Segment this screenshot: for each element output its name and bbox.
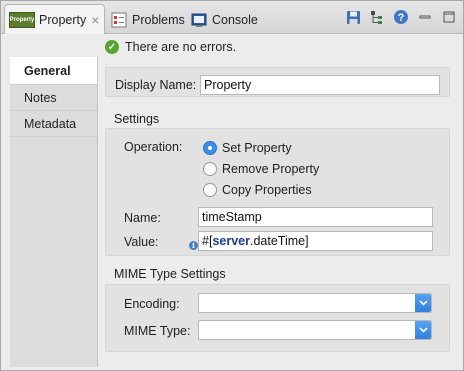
tab-property[interactable]: Property Property × [4, 4, 105, 35]
encoding-label: Encoding: [124, 297, 180, 311]
value-suffix: .dateTime] [249, 234, 309, 248]
radio-set-property-label: Set Property [222, 141, 292, 155]
name-input[interactable]: timeStamp [198, 207, 433, 227]
tab-property-label: Property [39, 13, 87, 27]
view-toolbar: ? [345, 9, 457, 25]
chevron-down-icon[interactable] [415, 294, 431, 312]
left-nav: General Notes Metadata [10, 57, 98, 367]
display-name-label: Display Name: [115, 78, 197, 92]
close-icon[interactable]: × [91, 13, 99, 27]
mime-type-label: MIME Type: [124, 324, 191, 338]
tab-bar: Property Property × Problems Console ? [1, 1, 463, 35]
nav-item-general[interactable]: General [10, 57, 97, 85]
name-label: Name: [124, 211, 161, 225]
radio-copy-properties[interactable]: Copy Properties [203, 183, 312, 197]
save-icon[interactable] [345, 9, 361, 25]
tab-problems[interactable]: Problems [111, 5, 185, 34]
display-name-input[interactable]: Property [200, 75, 440, 95]
nav-item-metadata[interactable]: Metadata [10, 111, 97, 137]
nav-item-notes[interactable]: Notes [10, 85, 97, 111]
problems-icon [111, 12, 127, 28]
editor-content: ✓ There are no errors. General Notes Met… [1, 34, 463, 370]
help-icon[interactable]: ? [393, 9, 409, 25]
status-message: There are no errors. [125, 40, 237, 54]
validation-status: ✓ There are no errors. [105, 40, 236, 54]
radio-remove-property[interactable]: Remove Property [203, 162, 319, 176]
value-label: Value: [124, 235, 159, 249]
maximize-icon[interactable] [441, 9, 457, 25]
name-value: timeStamp [202, 210, 262, 224]
settings-title: Settings [114, 112, 160, 126]
minimize-icon[interactable] [417, 9, 433, 25]
radio-button[interactable] [203, 162, 217, 176]
property-editor-window: Property Property × Problems Console ? ✓… [0, 0, 464, 371]
mime-type-select[interactable] [198, 320, 432, 340]
operation-label: Operation: [124, 140, 183, 154]
tab-console-label: Console [212, 12, 258, 27]
radio-remove-property-label: Remove Property [222, 162, 320, 176]
encoding-select[interactable] [198, 293, 432, 313]
radio-copy-properties-label: Copy Properties [222, 183, 312, 197]
radio-button[interactable] [203, 183, 217, 197]
info-icon[interactable]: i [189, 241, 198, 250]
radio-button-selected[interactable] [203, 141, 217, 155]
value-prefix: #[ [202, 234, 213, 248]
property-icon: Property [9, 12, 35, 28]
tab-console[interactable]: Console [191, 5, 258, 34]
mime-settings-title: MIME Type Settings [114, 267, 226, 281]
chevron-down-icon[interactable] [415, 321, 431, 339]
tab-problems-label: Problems [132, 12, 185, 27]
svg-text:?: ? [398, 12, 405, 24]
value-input[interactable]: #[server .dateTime] [198, 231, 433, 251]
radio-set-property[interactable]: Set Property [203, 141, 291, 155]
console-icon [191, 12, 207, 28]
value-keyword: server [212, 234, 250, 248]
check-icon: ✓ [105, 40, 119, 54]
tree-icon[interactable] [369, 9, 385, 25]
display-name-value: Property [204, 78, 252, 92]
